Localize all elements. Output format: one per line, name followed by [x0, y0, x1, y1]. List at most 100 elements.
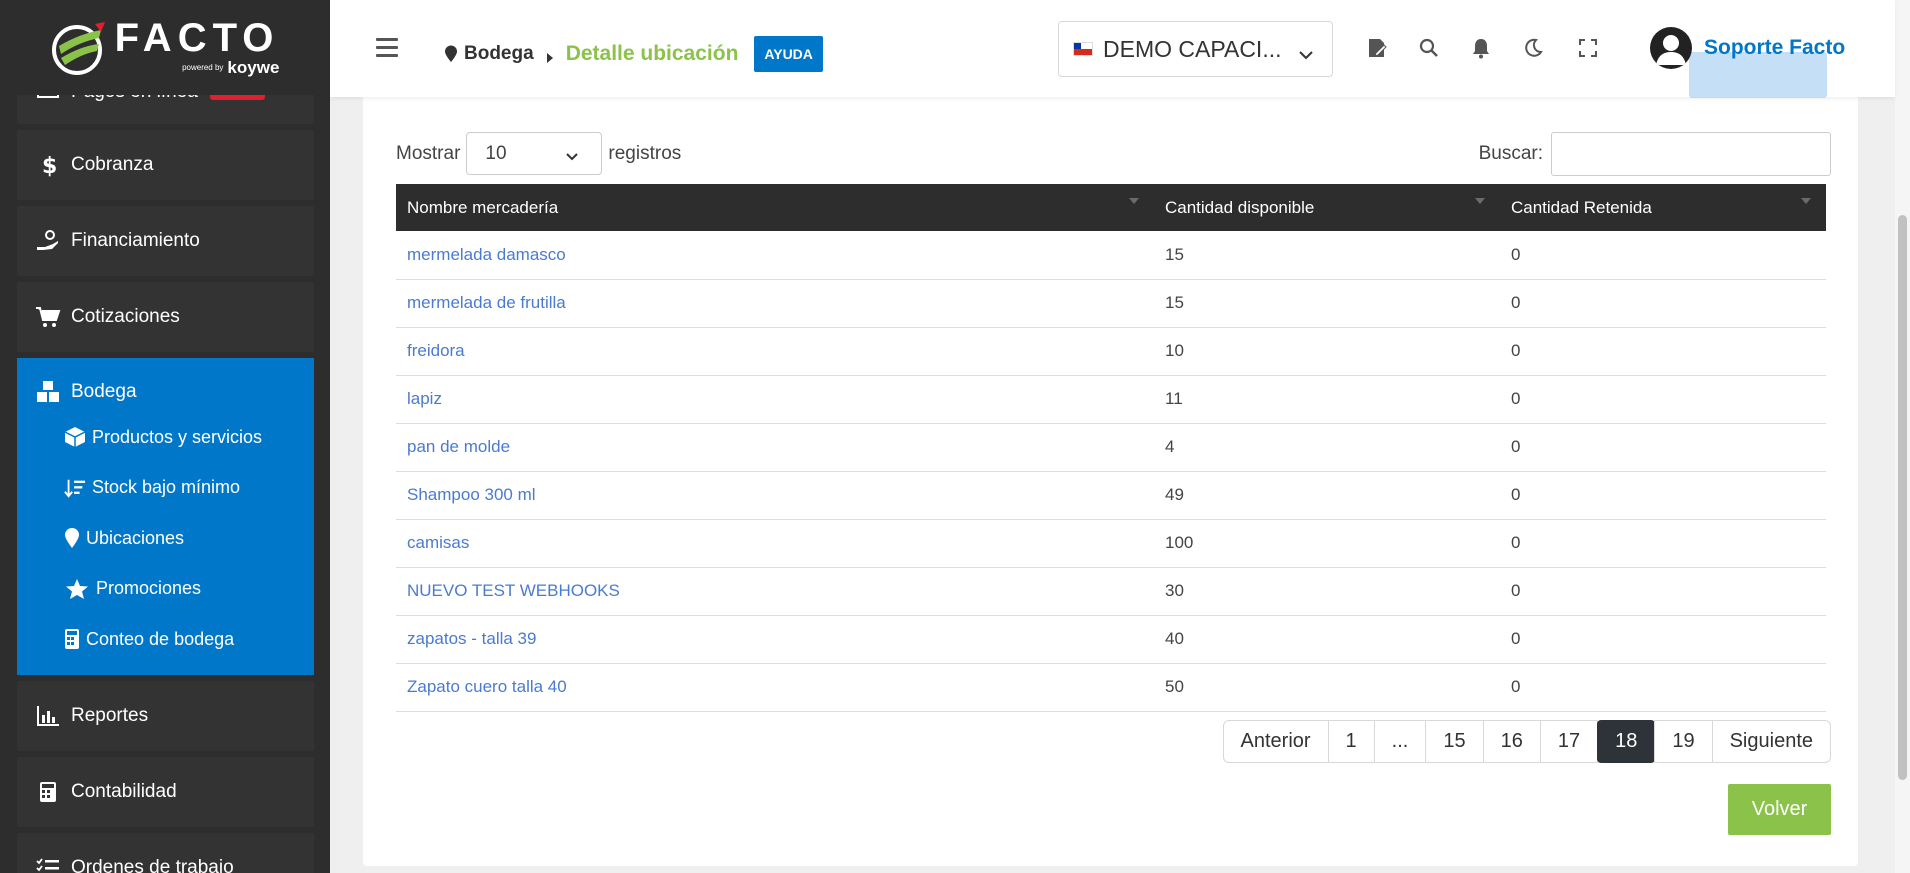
sidebar-item-ordenes[interactable]: Ordenes de trabajo	[17, 832, 314, 873]
product-link[interactable]: NUEVO TEST WEBHOOKS	[407, 581, 620, 600]
cell-disponible: 40	[1165, 629, 1184, 648]
product-link[interactable]: mermelada damasco	[407, 245, 566, 264]
pagination-page[interactable]: 17	[1539, 720, 1599, 763]
column-header-disponible[interactable]: Cantidad disponible	[1154, 184, 1500, 231]
pagination-page[interactable]: 19	[1654, 720, 1713, 763]
show-label: Mostrar	[396, 142, 461, 164]
sidebar-subitem-conteo[interactable]: Conteo de bodega	[17, 614, 314, 665]
fullscreen-icon[interactable]	[1576, 36, 1600, 60]
table-row: lapiz 11 0	[396, 375, 1826, 423]
cell-disponible: 10	[1165, 341, 1184, 360]
product-link[interactable]: camisas	[407, 533, 469, 552]
table-row: mermelada damasco 15 0	[396, 231, 1826, 279]
sidebar-subitem-ubicaciones[interactable]: Ubicaciones	[17, 513, 314, 564]
pagination-page-active[interactable]: 18	[1597, 720, 1656, 763]
breadcrumb: Bodega Detalle ubicación AYUDA	[444, 36, 823, 72]
moon-icon[interactable]	[1521, 36, 1545, 60]
content-card: Mostrar 10 registros Buscar: Nombre merc…	[363, 60, 1858, 866]
map-pin-icon	[444, 45, 458, 63]
sort-icon	[1474, 192, 1486, 204]
user-name: Soporte Facto	[1704, 36, 1846, 59]
dollar-icon: $	[35, 152, 61, 178]
column-header-retenida[interactable]: Cantidad Retenida	[1500, 184, 1826, 231]
sidebar-item-label: Cobranza	[71, 154, 154, 175]
sidebar-subitem-label: Ubicaciones	[86, 527, 185, 548]
pagination-next[interactable]: Siguiente	[1711, 720, 1831, 763]
company-name: DEMO CAPACI...	[1103, 35, 1282, 62]
sort-icon	[1128, 192, 1140, 204]
sidebar-subitem-stock[interactable]: Stock bajo mínimo	[17, 463, 314, 514]
cell-retenida: 0	[1511, 629, 1521, 648]
records-label: registros	[608, 142, 682, 164]
sidebar-subitem-label: Productos y servicios	[92, 426, 263, 447]
company-selector[interactable]: DEMO CAPACI...	[1058, 21, 1333, 77]
sidebar-item-label: Financiamiento	[71, 230, 200, 251]
powered-by-text: powered by	[182, 62, 224, 72]
calculator-icon	[64, 628, 80, 650]
avatar	[1650, 27, 1692, 69]
page-size-value: 10	[485, 142, 507, 164]
list-check-icon	[35, 855, 61, 873]
help-button[interactable]: AYUDA	[754, 36, 823, 72]
table-row: zapatos - talla 39 40 0	[396, 615, 1826, 663]
pagination-prev[interactable]: Anterior	[1222, 720, 1329, 763]
sidebar-item-contabilidad[interactable]: Contabilidad	[17, 756, 314, 827]
calculator-icon	[35, 779, 61, 805]
product-link[interactable]: Shampoo 300 ml	[407, 485, 536, 504]
svg-text:$: $	[42, 154, 56, 177]
table-row: Zapato cuero talla 40 50 0	[396, 663, 1826, 711]
search-input[interactable]	[1551, 132, 1831, 176]
product-link[interactable]: Zapato cuero talla 40	[407, 677, 567, 696]
chile-flag-icon	[1073, 42, 1093, 56]
sidebar-item-label: Ordenes de trabajo	[71, 856, 234, 873]
scrollbar-thumb[interactable]	[1898, 215, 1907, 780]
hand-money-icon	[35, 228, 61, 254]
bell-icon[interactable]	[1469, 36, 1493, 60]
pagination-page[interactable]: 1	[1327, 720, 1375, 763]
cart-icon	[35, 304, 61, 330]
cell-disponible: 11	[1165, 389, 1183, 408]
page-scrollbar[interactable]	[1895, 0, 1910, 873]
sidebar-subitem-productos[interactable]: Productos y servicios	[17, 412, 314, 463]
cell-retenida: 0	[1511, 341, 1521, 360]
sidebar: Pagos en línea NUEVO $ Cobranza Financia…	[0, 0, 330, 873]
sort-icon	[1800, 192, 1812, 204]
cell-retenida: 0	[1511, 485, 1521, 504]
back-button[interactable]: Volver	[1728, 784, 1831, 835]
cell-disponible: 15	[1165, 293, 1184, 312]
cell-disponible: 30	[1165, 581, 1184, 600]
product-link[interactable]: freidora	[407, 341, 465, 360]
breadcrumb-root[interactable]: Bodega	[464, 43, 534, 65]
edit-document-icon[interactable]	[1365, 36, 1389, 60]
sort-amount-icon	[64, 477, 86, 499]
search-label: Buscar:	[1478, 143, 1543, 164]
product-link[interactable]: lapiz	[407, 389, 442, 408]
column-header-nombre[interactable]: Nombre mercadería	[396, 184, 1154, 231]
product-link[interactable]: pan de molde	[407, 437, 510, 456]
facto-logo[interactable]: FACTO powered by koywe	[0, 0, 330, 95]
table-row: mermelada de frutilla 15 0	[396, 279, 1826, 327]
pagination-page[interactable]: 16	[1482, 720, 1541, 763]
table-row: NUEVO TEST WEBHOOKS 30 0	[396, 567, 1826, 615]
sidebar-subitem-label: Stock bajo mínimo	[92, 477, 241, 498]
chevron-down-icon	[1298, 42, 1314, 60]
sidebar-item-label: Cotizaciones	[71, 306, 180, 327]
caret-right-icon	[546, 48, 554, 63]
table-search: Buscar:	[1479, 132, 1831, 176]
pagination-page[interactable]: 15	[1425, 720, 1484, 763]
sidebar-item-bodega[interactable]: Bodega	[17, 372, 314, 412]
sidebar-item-label: Contabilidad	[71, 780, 177, 802]
cell-retenida: 0	[1511, 293, 1521, 312]
sidebar-item-cobranza[interactable]: $ Cobranza	[17, 130, 314, 200]
sidebar-item-financiamiento[interactable]: Financiamiento	[17, 206, 314, 276]
search-icon[interactable]	[1417, 36, 1441, 60]
sidebar-item-cotizaciones[interactable]: Cotizaciones	[17, 282, 314, 352]
menu-toggle-icon[interactable]	[376, 38, 398, 58]
user-menu[interactable]: Soporte Facto	[1650, 27, 1845, 69]
product-link[interactable]: zapatos - talla 39	[407, 629, 536, 648]
page-size-select[interactable]: 10	[466, 132, 603, 175]
box-icon	[64, 426, 86, 448]
sidebar-subitem-promociones[interactable]: Promociones	[17, 564, 314, 615]
product-link[interactable]: mermelada de frutilla	[407, 293, 566, 312]
sidebar-item-reportes[interactable]: Reportes	[17, 680, 314, 751]
